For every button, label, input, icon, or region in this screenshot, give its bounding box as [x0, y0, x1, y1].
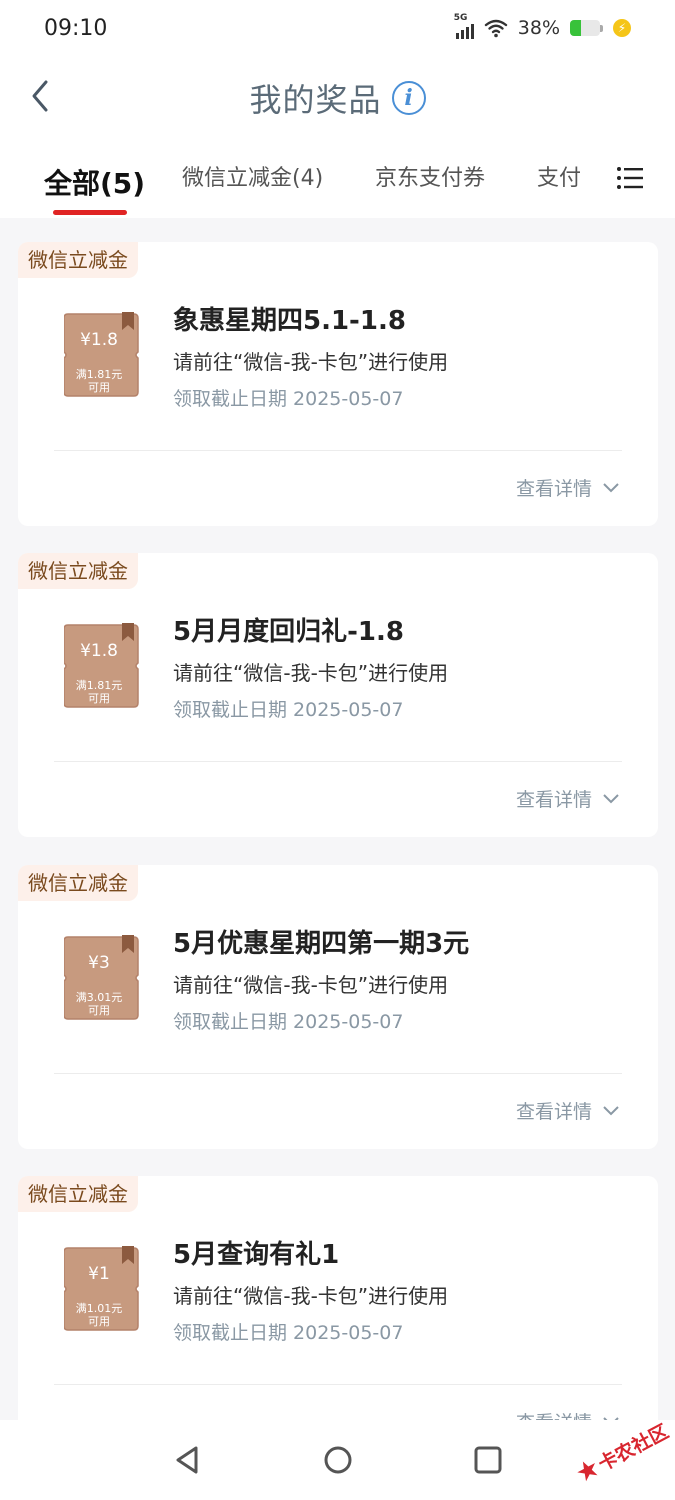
prize-title: 5月月度回归礼-1.8 — [173, 617, 404, 647]
coupon-value: ¥1.8 — [80, 641, 118, 661]
prize-instruction: 请前往“微信-我-卡包”进行使用 — [173, 973, 449, 997]
coupon-icon: ¥1.8 满1.81元 可用 — [63, 623, 142, 709]
page-title: 我的奖品 — [249, 81, 382, 119]
divider — [54, 1384, 622, 1385]
battery-percent: 38% — [517, 17, 560, 39]
coupon-icon: ¥1.8 满1.81元 可用 — [63, 312, 142, 398]
network-type: 5G — [453, 13, 468, 23]
prize-card: 微信立减金 ¥1.8 满1.81元 可用 象惠星期四5.1-1.8 请前往“微信-… — [18, 242, 658, 526]
chevron-down-icon — [603, 793, 619, 803]
tab-all[interactable]: 全部(5) — [44, 162, 145, 202]
tab-jd-pay-coupon[interactable]: 京东支付券 — [375, 160, 485, 192]
divider — [54, 1073, 622, 1074]
info-icon[interactable]: i — [391, 81, 426, 115]
prize-deadline: 领取截止日期 2025-05-07 — [173, 1011, 404, 1033]
charging-icon: ⚡ — [613, 19, 631, 37]
nav-header: 我的奖品 i — [0, 56, 675, 140]
prize-type-tag: 微信立减金 — [18, 553, 138, 589]
view-details-button[interactable]: 查看详情 — [516, 785, 620, 812]
prize-type-tag: 微信立减金 — [18, 1176, 138, 1212]
status-bar: 09:10 5G 38% ⚡ — [0, 0, 675, 56]
coupon-condition: 满1.81元 可用 — [75, 679, 123, 705]
status-icons: 5G 38% ⚡ — [454, 13, 631, 39]
prize-deadline: 领取截止日期 2025-05-07 — [173, 699, 404, 721]
prize-instruction: 请前往“微信-我-卡包”进行使用 — [173, 350, 449, 374]
watermark-text: 卡农社区 — [594, 1420, 673, 1476]
tab-pay[interactable]: 支付 — [537, 160, 581, 192]
prize-title: 5月查询有礼1 — [173, 1240, 340, 1270]
coupon-icon: ¥1 满1.01元 可用 — [63, 1246, 142, 1332]
square-recents-icon[interactable] — [470, 1442, 506, 1478]
chevron-down-icon — [603, 1105, 619, 1115]
coupon-value: ¥1.8 — [80, 330, 118, 350]
prize-type-tag: 微信立减金 — [18, 865, 138, 901]
wifi-icon — [484, 19, 507, 38]
active-tab-indicator — [53, 210, 127, 215]
coupon-condition: 满1.81元 可用 — [75, 368, 123, 394]
battery-icon — [570, 20, 603, 36]
prize-type-tag: 微信立减金 — [18, 242, 138, 278]
triangle-back-icon[interactable] — [170, 1442, 206, 1478]
status-time: 09:10 — [44, 15, 108, 41]
prize-title: 5月优惠星期四第一期3元 — [173, 929, 470, 959]
prize-instruction: 请前往“微信-我-卡包”进行使用 — [173, 1284, 449, 1308]
coupon-value: ¥1 — [88, 1264, 110, 1284]
view-details-button[interactable]: 查看详情 — [516, 1097, 620, 1124]
coupon-value: ¥3 — [88, 953, 110, 973]
tab-bar: 全部(5) 微信立减金(4) 京东支付券 支付 — [0, 140, 675, 218]
coupon-condition: 满3.01元 可用 — [75, 991, 123, 1017]
coupon-condition: 满1.01元 可用 — [75, 1302, 123, 1328]
tab-wechat-discount[interactable]: 微信立减金(4) — [182, 160, 323, 192]
cellular-signal-icon: 5G — [454, 13, 474, 39]
prize-card: 微信立减金 ¥1 满1.01元 可用 5月查询有礼1 请前往“微信-我-卡包”进行… — [18, 1176, 658, 1460]
prize-instruction: 请前往“微信-我-卡包”进行使用 — [173, 661, 449, 685]
list-menu-icon[interactable] — [616, 164, 644, 192]
divider — [54, 761, 622, 762]
back-button[interactable] — [22, 74, 62, 118]
chevron-down-icon — [603, 482, 619, 492]
prize-deadline: 领取截止日期 2025-05-07 — [173, 1322, 404, 1344]
prize-card: 微信立减金 ¥3 满3.01元 可用 5月优惠星期四第一期3元 请前往“微信-我-… — [18, 865, 658, 1149]
coupon-icon: ¥3 满3.01元 可用 — [63, 935, 142, 1021]
prize-deadline: 领取截止日期 2025-05-07 — [173, 388, 404, 410]
prize-title: 象惠星期四5.1-1.8 — [173, 306, 406, 336]
prize-card: 微信立减金 ¥1.8 满1.81元 可用 5月月度回归礼-1.8 请前往“微信-我… — [18, 553, 658, 837]
divider — [54, 450, 622, 451]
circle-home-icon[interactable] — [320, 1442, 356, 1478]
view-details-button[interactable]: 查看详情 — [516, 474, 620, 501]
